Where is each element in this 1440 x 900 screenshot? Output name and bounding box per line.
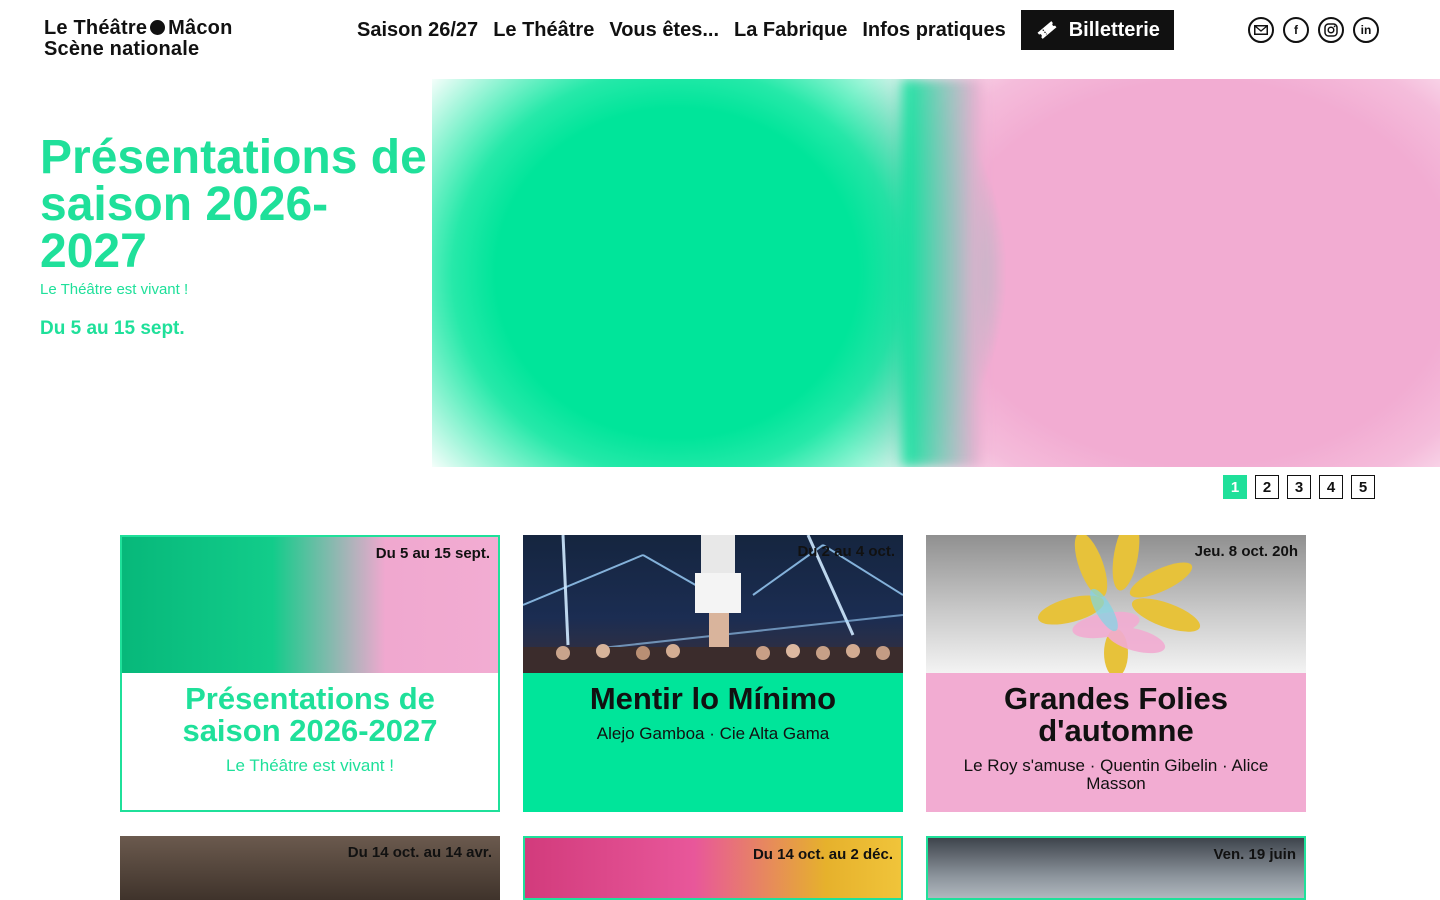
event-card-title: Présentations de saison 2026-2027 bbox=[182, 681, 438, 748]
event-card[interactable]: Du 2 au 4 oct. Mentir lo Mínimo Alejo Ga… bbox=[523, 535, 903, 812]
event-card-subtitle: Le Roy s'amuse · Quentin Gibelin · Alice… bbox=[963, 756, 1269, 793]
event-card-date: Du 2 au 4 oct. bbox=[797, 543, 895, 560]
logo-dot-icon bbox=[150, 20, 166, 35]
hero-date: Du 5 au 15 sept. bbox=[40, 318, 185, 339]
ticket-icon bbox=[1037, 21, 1057, 39]
event-card-date: Du 5 au 15 sept. bbox=[375, 545, 490, 562]
mail-icon[interactable] bbox=[1248, 17, 1274, 43]
pager-button-2[interactable]: 2 bbox=[1255, 475, 1279, 499]
logo-text-scene-nationale: Scène nationale bbox=[44, 38, 200, 60]
event-card[interactable]: Du 14 oct. au 2 déc. bbox=[523, 836, 903, 900]
event-card-body: Grandes Folies d'automne Le Roy s'amuse … bbox=[926, 673, 1306, 812]
site-logo[interactable]: Le Théâtre Mâcon Scène nationale bbox=[44, 18, 233, 60]
pager-button-1[interactable]: 1 bbox=[1223, 475, 1247, 499]
main-nav: Saison 26/27 Le Théâtre Vous êtes... La … bbox=[357, 10, 1174, 50]
nav-item-saison[interactable]: Saison 26/27 bbox=[357, 19, 478, 42]
event-card-subtitle: Alejo Gamboa · Cie Alta Gama bbox=[596, 724, 830, 743]
hero-title[interactable]: Présentations de saison 2026-2027 bbox=[40, 134, 430, 276]
pager-button-5[interactable]: 5 bbox=[1351, 475, 1375, 499]
nav-item-le-theatre[interactable]: Le Théâtre bbox=[493, 19, 594, 42]
event-card-title: Grandes Folies d'automne bbox=[1004, 681, 1228, 748]
linkedin-icon[interactable]: in bbox=[1353, 17, 1379, 43]
instagram-icon[interactable] bbox=[1318, 17, 1344, 43]
nav-item-vous-etes[interactable]: Vous êtes... bbox=[609, 19, 719, 42]
event-card[interactable]: Jeu. 8 oct. 20h Grandes Folies d'automne… bbox=[926, 535, 1306, 812]
facebook-icon[interactable]: f bbox=[1283, 17, 1309, 43]
event-card-date: Du 14 oct. au 14 avr. bbox=[347, 844, 492, 861]
billetterie-label: Billetterie bbox=[1068, 18, 1160, 41]
event-card-subtitle: Le Théâtre est vivant ! bbox=[226, 756, 394, 775]
event-card[interactable]: Ven. 19 juin bbox=[926, 836, 1306, 900]
logo-text-theatre: Le Théâtre bbox=[44, 17, 148, 39]
social-links: f in bbox=[1248, 17, 1388, 43]
event-card-date: Jeu. 8 oct. 20h bbox=[1194, 543, 1298, 560]
event-card[interactable]: Du 14 oct. au 14 avr. bbox=[120, 836, 500, 900]
event-card-date: Ven. 19 juin bbox=[1213, 846, 1296, 863]
logo-text-macon: Mâcon bbox=[168, 17, 233, 39]
hero-pager: 1 2 3 4 5 bbox=[1223, 475, 1383, 499]
hero-gradient-image[interactable] bbox=[432, 79, 1440, 467]
event-card-body: Mentir lo Mínimo Alejo Gamboa · Cie Alta… bbox=[523, 673, 903, 812]
hero-subtitle: Le Théâtre est vivant ! bbox=[40, 281, 189, 298]
nav-item-la-fabrique[interactable]: La Fabrique bbox=[734, 19, 847, 42]
pager-button-4[interactable]: 4 bbox=[1319, 475, 1343, 499]
event-card[interactable]: Du 5 au 15 sept. Présentations de saison… bbox=[120, 535, 500, 812]
pager-button-3[interactable]: 3 bbox=[1287, 475, 1311, 499]
event-card-date: Du 14 oct. au 2 déc. bbox=[752, 846, 893, 863]
event-card-title: Mentir lo Mínimo bbox=[589, 681, 837, 716]
billetterie-button[interactable]: Billetterie bbox=[1020, 10, 1174, 50]
event-card-body: Présentations de saison 2026-2027 Le Thé… bbox=[122, 673, 498, 810]
nav-item-infos-pratiques[interactable]: Infos pratiques bbox=[862, 19, 1005, 42]
